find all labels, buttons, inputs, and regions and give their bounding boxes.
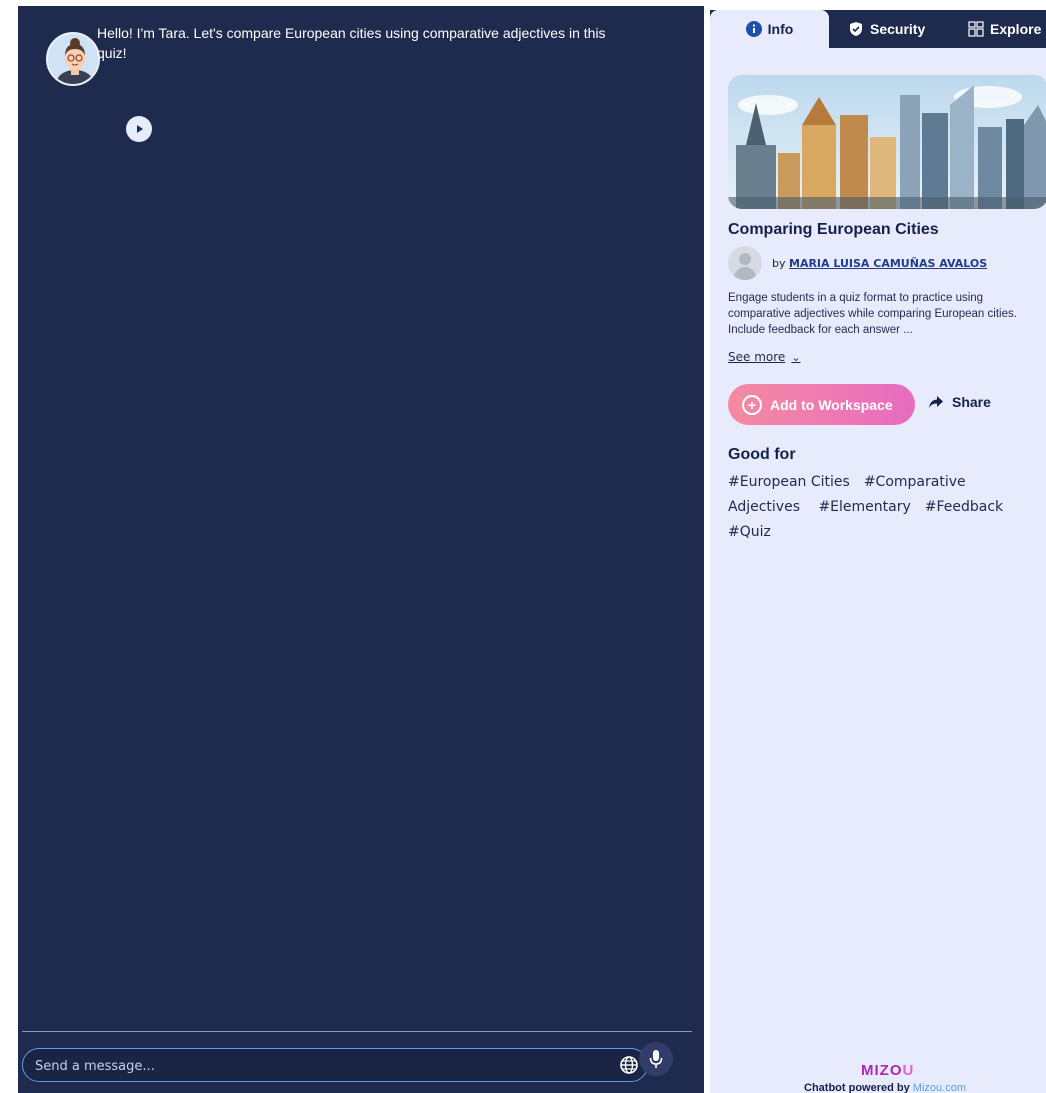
see-more-label: See more xyxy=(728,350,786,364)
divider xyxy=(22,1031,692,1032)
author-link[interactable]: MARIA LUISA CAMUÑAS AVALOS xyxy=(789,257,987,270)
shield-icon xyxy=(850,22,862,36)
side-tabs: Info Security Explore xyxy=(710,10,1046,48)
chat-panel: Hello! I'm Tara. Let's compare European … xyxy=(18,6,704,1093)
tag[interactable]: #Quiz xyxy=(728,524,771,540)
tab-security[interactable]: Security xyxy=(848,10,940,48)
logo-text-main: MIZO xyxy=(861,1062,903,1079)
tab-info[interactable]: Info xyxy=(710,10,829,48)
info-icon xyxy=(745,21,762,37)
tag[interactable]: #Feedback xyxy=(925,499,1003,515)
microphone-icon xyxy=(649,1050,663,1068)
assistant-avatar xyxy=(46,32,100,86)
cover-image xyxy=(728,75,1046,209)
good-for-heading: Good for xyxy=(728,446,796,463)
assistant-message xyxy=(46,32,100,86)
play-audio-button[interactable] xyxy=(126,116,152,142)
powered-text: Chatbot powered by xyxy=(804,1082,910,1093)
tags-list: #European Cities #Comparative Adjectives … xyxy=(728,470,1038,545)
powered-by: Chatbot powered by Mizou.com xyxy=(804,1082,966,1093)
mizou-logo: MIZOU xyxy=(861,1062,914,1079)
author-by: by xyxy=(772,256,786,270)
tab-explore[interactable]: Explore xyxy=(968,10,1046,48)
tag[interactable]: #Elementary xyxy=(818,499,910,515)
see-more-link[interactable]: See more ⌄ xyxy=(728,350,801,364)
share-label: Share xyxy=(952,394,991,410)
assistant-message-text: Hello! I'm Tara. Let's compare European … xyxy=(97,25,606,61)
microphone-button[interactable] xyxy=(639,1042,673,1076)
tag[interactable]: #European Cities xyxy=(728,474,850,490)
chatbot-description: Engage students in a quiz format to prac… xyxy=(728,292,1017,336)
chatbot-title: Comparing European Cities xyxy=(728,221,939,238)
globe-icon[interactable] xyxy=(619,1055,639,1075)
logo-text-end: U xyxy=(902,1062,915,1079)
share-button[interactable]: Share xyxy=(928,394,991,410)
author-avatar xyxy=(728,246,762,280)
tab-security-label: Security xyxy=(870,21,926,37)
message-input[interactable] xyxy=(35,1055,595,1077)
info-side-panel: Info Security Explore Comparing European… xyxy=(710,10,1046,1093)
powered-link[interactable]: Mizou.com xyxy=(913,1082,966,1093)
plus-circle-icon: + xyxy=(742,394,762,415)
grid-icon xyxy=(968,21,984,37)
add-to-workspace-label: Add to Workspace xyxy=(770,396,893,413)
author-row: by MARIA LUISA CAMUÑAS AVALOS xyxy=(728,246,987,280)
add-to-workspace-button[interactable]: + Add to Workspace xyxy=(728,384,915,425)
message-input-wrapper xyxy=(22,1048,648,1082)
share-arrow-icon xyxy=(929,396,943,408)
tab-explore-label: Explore xyxy=(990,21,1042,37)
tab-info-label: Info xyxy=(767,21,794,37)
play-icon xyxy=(137,125,143,133)
chevron-down-icon: ⌄ xyxy=(791,350,801,364)
